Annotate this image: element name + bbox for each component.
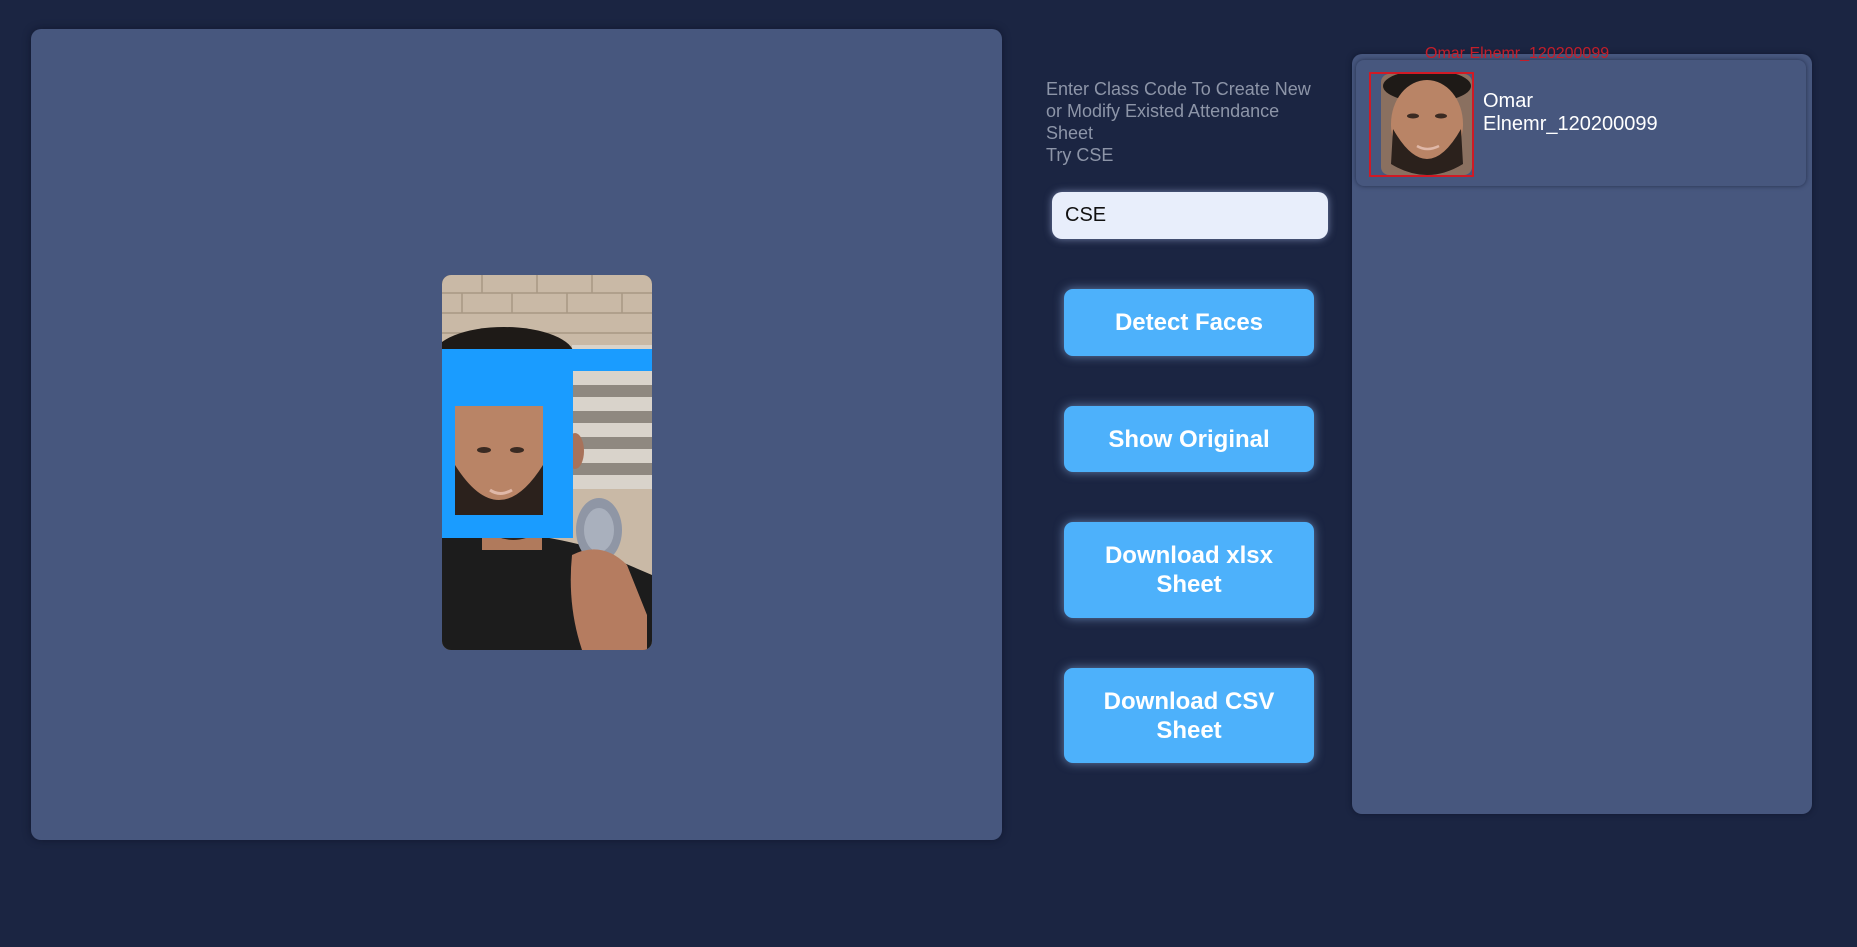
download-csv-button[interactable]: Download CSV Sheet [1064,668,1314,763]
face-thumbnail [1369,72,1474,177]
results-panel: Omar Elnemr_120200099 Omar Elnemr_120200… [1352,45,1812,814]
instruction-text: Enter Class Code To Create New or Modify… [1046,78,1336,166]
download-xlsx-button[interactable]: Download xlsx Sheet [1064,522,1314,618]
instruction-line-hint: Try CSE [1046,145,1114,165]
detect-faces-button[interactable]: Detect Faces [1064,289,1314,356]
instruction-line-main: Enter Class Code To Create New or Modify… [1046,79,1311,143]
face-match-label: Omar Elnemr_120200099 [1425,45,1610,62]
result-card: Omar Elnemr_120200099 Omar Elnemr_120200… [1356,45,1806,186]
show-original-button[interactable]: Show Original [1064,406,1314,472]
class-code-input[interactable] [1052,192,1328,239]
photo-image [442,275,652,650]
image-panel [31,29,1002,840]
student-name: Omar Elnemr_120200099 [1483,90,1658,135]
face-thumbnail-image [1381,74,1472,175]
controls-column: Enter Class Code To Create New or Modify… [1046,0,1336,947]
uploaded-photo [442,275,652,650]
